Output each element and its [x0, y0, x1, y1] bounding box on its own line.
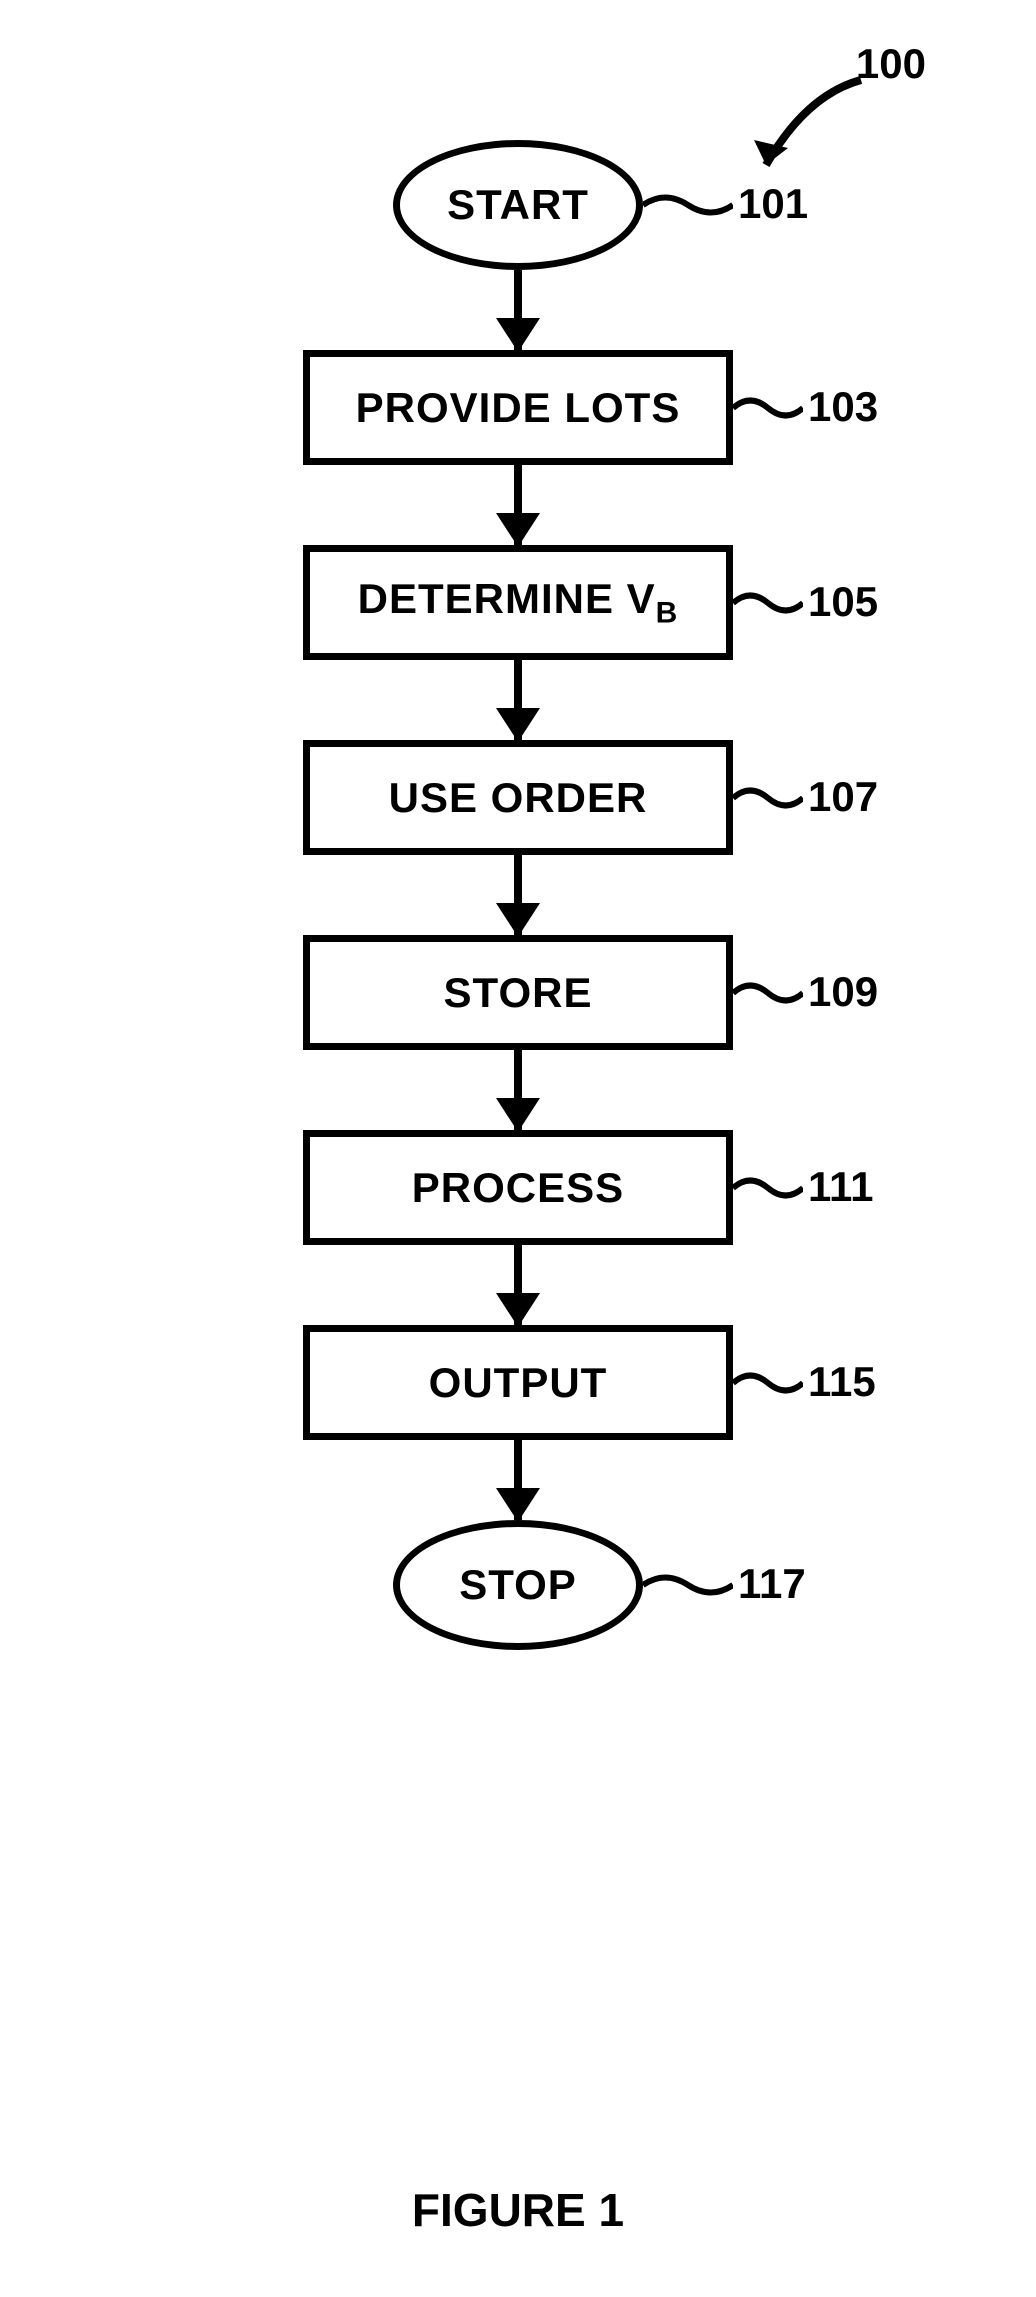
node-process-label: PROCESS — [412, 1164, 624, 1212]
node-provide-lots: PROVIDE LOTS — [303, 350, 733, 465]
node-use-order-row: USE ORDER 107 — [303, 740, 733, 855]
node-determine-vb-row: DETERMINE VB 105 — [303, 545, 733, 660]
ref-101: 101 — [738, 180, 808, 228]
node-use-order: USE ORDER — [303, 740, 733, 855]
leader-101 — [643, 185, 733, 225]
node-provide-lots-label: PROVIDE LOTS — [356, 384, 681, 432]
arrow-5 — [514, 1050, 522, 1130]
node-output-row: OUTPUT 115 — [303, 1325, 733, 1440]
ref-117: 117 — [738, 1560, 806, 1608]
node-store-label: STORE — [444, 969, 593, 1017]
node-store: STORE — [303, 935, 733, 1050]
figure-caption: FIGURE 1 — [0, 2183, 1036, 2237]
node-use-order-label: USE ORDER — [389, 774, 648, 822]
leader-107 — [733, 778, 803, 818]
ref-105: 105 — [808, 578, 878, 626]
leader-105 — [733, 583, 803, 623]
node-output-label: OUTPUT — [429, 1359, 608, 1407]
leader-103 — [733, 388, 803, 428]
arrow-1 — [514, 270, 522, 350]
node-start-row: START 101 — [393, 140, 643, 270]
figure-page: 100 START 101 PROVIDE LOTS 103 — [0, 0, 1036, 2297]
arrow-6 — [514, 1245, 522, 1325]
node-process-row: PROCESS 111 — [303, 1130, 733, 1245]
ref-109: 109 — [808, 968, 878, 1016]
arrow-2 — [514, 465, 522, 545]
ref-103: 103 — [808, 383, 878, 431]
ref-111: 111 — [808, 1163, 873, 1211]
node-determine-vb: DETERMINE VB — [303, 545, 733, 660]
node-determine-vb-label: DETERMINE VB — [358, 575, 679, 630]
leader-111 — [733, 1168, 803, 1208]
flowchart: START 101 PROVIDE LOTS 103 DETERMINE VB — [0, 140, 1036, 1650]
node-process: PROCESS — [303, 1130, 733, 1245]
arrow-3 — [514, 660, 522, 740]
leader-109 — [733, 973, 803, 1013]
arrow-4 — [514, 855, 522, 935]
leader-115 — [733, 1363, 803, 1403]
leader-117 — [643, 1565, 733, 1605]
node-start-label: START — [447, 181, 589, 229]
node-output: OUTPUT — [303, 1325, 733, 1440]
arrow-7 — [514, 1440, 522, 1520]
node-stop-row: STOP 117 — [393, 1520, 643, 1650]
ref-107: 107 — [808, 773, 878, 821]
node-stop: STOP — [393, 1520, 643, 1650]
node-start: START — [393, 140, 643, 270]
node-provide-lots-row: PROVIDE LOTS 103 — [303, 350, 733, 465]
node-store-row: STORE 109 — [303, 935, 733, 1050]
ref-115: 115 — [808, 1358, 876, 1406]
node-stop-label: STOP — [459, 1561, 577, 1609]
